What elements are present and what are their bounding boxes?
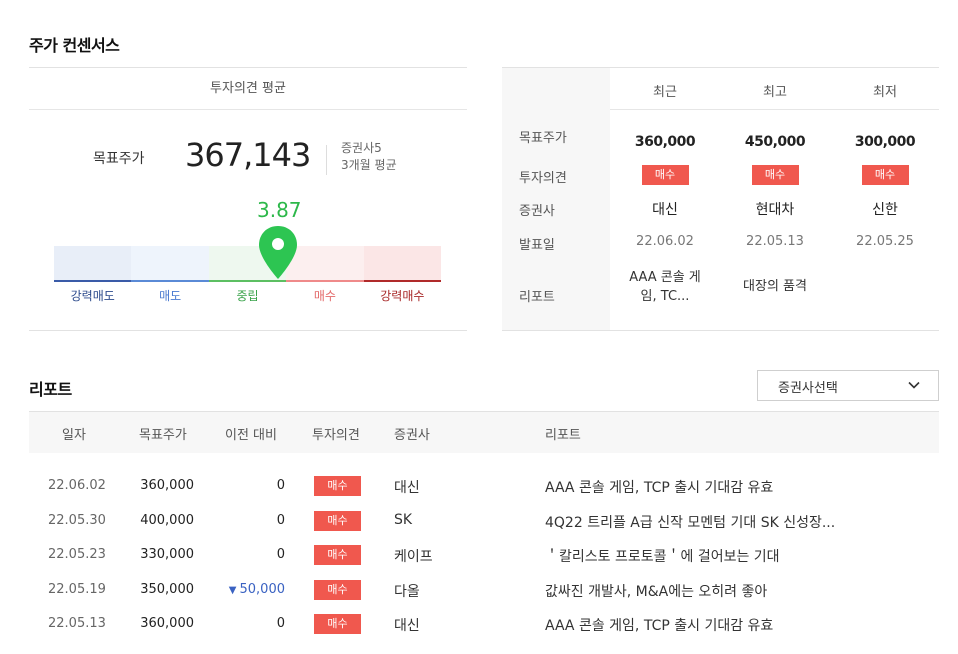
row-change: 0	[276, 547, 285, 562]
row-label-broker: 증권사	[519, 204, 555, 219]
row-change: ▼ 50,000	[205, 582, 285, 597]
row-report-link[interactable]: 값싸진 개발사, M&A에는 오히려 좋아	[545, 581, 767, 601]
gauge-label-buy: 매수	[313, 289, 336, 303]
row-date: 22.05.23	[48, 547, 106, 562]
low-date: 22.05.25	[856, 234, 914, 249]
gauge-label-strong-sell: 강력매도	[70, 289, 115, 303]
row-change: 0	[276, 513, 285, 528]
divider	[326, 145, 327, 175]
average-period: 3개월 평균	[341, 158, 397, 172]
th-broker: 증권사	[394, 428, 430, 443]
gauge-label-sell: 매도	[159, 289, 182, 303]
table-row: 22.06.02 360,000 0 매수 대신 AAA 콘솔 게임, TCP …	[29, 469, 939, 503]
row-date: 22.05.13	[48, 616, 106, 631]
row-date: 22.05.19	[48, 582, 106, 597]
row-label-opinion: 투자의견	[519, 171, 567, 186]
buy-badge: 매수	[641, 165, 689, 185]
row-report-link[interactable]: AAA 콘솔 게임, TCP 출시 기대감 유효	[545, 615, 773, 635]
recent-opinion: 매수	[610, 165, 720, 185]
col-high: 최고	[763, 85, 787, 100]
summary-card: 최근 최고 최저 목표주가 투자의견 증권사 발표일 리포트 360,000 매…	[502, 67, 939, 331]
high-opinion: 매수	[720, 165, 830, 185]
th-report: 리포트	[545, 428, 581, 443]
gauge-segment-sell	[131, 246, 209, 282]
gauge-segment-strong-sell	[54, 246, 132, 282]
broker-count: 증권사5	[341, 141, 382, 155]
gauge-segment-strong-buy	[363, 246, 442, 282]
row-price: 400,000	[140, 513, 194, 528]
recent-price: 360,000	[634, 134, 696, 150]
high-price: 450,000	[744, 134, 806, 150]
th-change: 이전 대비	[225, 428, 277, 443]
buy-badge: 매수	[314, 511, 361, 531]
consensus-title: 주가 컨센서스	[29, 36, 120, 55]
recent-broker: 대신	[652, 202, 678, 218]
th-date: 일자	[62, 428, 86, 443]
table-row: 22.05.13 360,000 0 매수 대신 AAA 콘솔 게임, TCP …	[29, 607, 939, 641]
row-broker: 대신	[394, 480, 420, 496]
target-price-label: 목표주가	[93, 151, 145, 167]
broker-select-label: 증권사선택	[778, 381, 838, 396]
buy-badge: 매수	[314, 545, 361, 565]
gauge-label-strong-buy: 강력매수	[380, 289, 425, 303]
table-row: 22.05.30 400,000 0 매수 SK 4Q22 트리플 A급 신작 …	[29, 504, 939, 538]
high-report-link[interactable]: 대장의 품격	[720, 277, 830, 296]
th-target-price: 목표주가	[139, 428, 187, 443]
chevron-down-icon	[908, 381, 920, 389]
table-row: 22.05.23 330,000 0 매수 케이프 ＇칼리스토 프로토콜＇에 걸…	[29, 538, 939, 572]
location-pin-icon	[259, 226, 297, 279]
buy-badge: 매수	[314, 580, 361, 600]
target-price-value: 367,143	[185, 136, 311, 174]
opinion-score: 3.87	[257, 198, 302, 222]
buy-badge: 매수	[861, 165, 909, 185]
opinion-gauge	[54, 246, 442, 282]
row-broker: SK	[394, 512, 413, 528]
row-change-value: 50,000	[239, 582, 286, 597]
row-broker: 케이프	[394, 549, 433, 565]
recent-report-link[interactable]: AAA 콘솔 게 임, TC...	[610, 268, 720, 306]
row-change: 0	[276, 616, 285, 631]
row-date: 22.05.30	[48, 513, 106, 528]
recent-date: 22.06.02	[636, 234, 694, 249]
high-broker: 현대차	[755, 202, 795, 218]
th-opinion: 투자의견	[312, 428, 360, 443]
row-price: 330,000	[140, 547, 194, 562]
consensus-card: 투자의견 평균 목표주가 367,143 증권사5 3개월 평균 3.87 강력…	[29, 67, 467, 331]
buy-badge: 매수	[751, 165, 799, 185]
row-label-report: 리포트	[519, 290, 555, 305]
broker-select[interactable]: 증권사선택	[757, 370, 939, 401]
recent-report-line1: AAA 콘솔 게	[629, 270, 701, 285]
row-price: 360,000	[140, 616, 194, 631]
row-report-link[interactable]: AAA 콘솔 게임, TCP 출시 기대감 유효	[545, 477, 773, 497]
row-report-link[interactable]: ＇칼리스토 프로토콜＇에 걸어보는 기대	[545, 546, 780, 566]
col-low: 최저	[873, 85, 897, 100]
row-report-link[interactable]: 4Q22 트리플 A급 신작 모멘텀 기대 SK 신성장...	[545, 512, 835, 532]
down-triangle-icon: ▼	[228, 585, 237, 596]
reports-table-header: 일자 목표주가 이전 대비 투자의견 증권사 리포트	[29, 411, 939, 453]
high-date: 22.05.13	[746, 234, 804, 249]
row-change: 0	[276, 478, 285, 493]
buy-badge: 매수	[314, 614, 361, 634]
buy-badge: 매수	[314, 476, 361, 496]
row-label-target: 목표주가	[519, 131, 567, 146]
gauge-labels: 강력매도 매도 중립 매수 강력매수	[54, 287, 441, 304]
opinion-average-header: 투자의견 평균	[29, 68, 467, 110]
low-price: 300,000	[854, 134, 916, 150]
target-price-meta: 증권사5 3개월 평균	[341, 140, 397, 174]
recent-report-line2: 임, TC...	[640, 289, 690, 304]
row-date: 22.06.02	[48, 478, 106, 493]
row-label-date: 발표일	[519, 238, 555, 253]
row-price: 350,000	[140, 582, 194, 597]
table-row: 22.05.19 350,000 ▼ 50,000 매수 다올 값싸진 개발사, …	[29, 573, 939, 607]
low-broker: 신한	[872, 202, 898, 218]
gauge-label-neutral: 중립	[236, 289, 259, 303]
reports-title: 리포트	[29, 380, 72, 399]
row-broker: 대신	[394, 618, 420, 634]
low-opinion: 매수	[830, 165, 940, 185]
row-broker: 다올	[394, 584, 420, 600]
col-recent: 최근	[653, 85, 677, 100]
row-price: 360,000	[140, 478, 194, 493]
